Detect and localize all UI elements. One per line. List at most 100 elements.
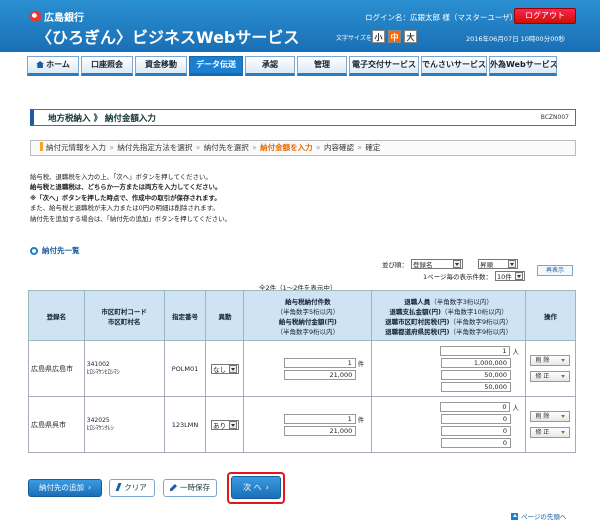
col-retirement-tax: 退職人員（半角数字3桁以内） 退職支払金額(円)（半角数字10桁以内） 退職市区…: [371, 290, 526, 341]
perpage-controls: 1ページ毎の表示件数： 10件: [423, 271, 526, 281]
retire-pref-tax-input[interactable]: 50,000: [440, 381, 511, 392]
delete-button[interactable]: 削 除: [530, 355, 571, 366]
step-1: 納付元情報を入力: [46, 143, 106, 152]
step-3: 納付先を選択: [203, 143, 249, 152]
chevron-right-icon: ›: [265, 483, 269, 492]
instruction-line: 給与税と退職税は、どちらか一方または両方を入力してください。: [30, 183, 222, 192]
temp-save-button[interactable]: 一時保存: [163, 479, 217, 497]
retire-city-tax-input[interactable]: 50,000: [440, 369, 511, 380]
col-id: 指定番号: [163, 290, 207, 341]
retire-persons-input[interactable]: 0: [440, 401, 511, 412]
chevron-right-icon: ›: [88, 483, 91, 492]
row-name: 広島県呉市: [28, 396, 85, 453]
arrow-up-icon: [511, 512, 518, 520]
retire-pay-input[interactable]: 0: [440, 413, 511, 424]
row-code: 342025 ﾋﾛｼﾏｹﾝｸﾚｼ: [83, 396, 165, 453]
pencil-icon: [170, 484, 177, 491]
delete-button[interactable]: 削 除: [530, 411, 571, 422]
instruction-line: 給与税、退職税を入力の上、「次へ」ボタンを押してください。: [30, 173, 212, 181]
add-payee-button[interactable]: 納付先の追加 ›: [28, 479, 102, 497]
instruction-line: また、給与税と退職税が未入力または0円の明細は削除されます。: [30, 204, 219, 213]
header: 広島銀行 〈ひろぎん〉ビジネスWebサービス ログイン名：広銀太郎 様（マスター…: [0, 0, 600, 52]
nav-densai[interactable]: でんさいサービス: [421, 56, 487, 76]
clear-button[interactable]: クリア: [109, 479, 155, 497]
step-arrow: »: [195, 143, 201, 152]
col-code: 市区町村コード 市区町村名: [83, 290, 165, 341]
step-4-current: 納付金額を入力: [260, 143, 313, 152]
edit-button[interactable]: 修 正: [530, 371, 571, 382]
chevron-down-icon: [508, 260, 516, 268]
step-arrow: »: [109, 143, 114, 152]
step-5: 内容確認: [324, 143, 354, 152]
nav-home[interactable]: ホーム: [27, 56, 79, 76]
sort-key-select[interactable]: 登録名: [411, 259, 463, 269]
salary-tax-count-input[interactable]: 1: [283, 413, 356, 424]
section-title: 納付先一覧: [30, 245, 80, 256]
row-id: 123LMN: [163, 396, 207, 453]
current-datetime: 2016年06月07日 10時00分00秒: [466, 35, 565, 43]
login-info: ログイン名：広銀太郎 様（マスターユーザ）: [365, 13, 518, 22]
row-retirement-tax: 1人 1,000,000 50,000 50,000: [371, 340, 526, 397]
retire-pay-input[interactable]: 1,000,000: [440, 357, 511, 368]
step-2: 納付先指定方法を選択: [117, 143, 193, 152]
step-arrow: »: [252, 143, 257, 152]
font-medium-button[interactable]: 中: [388, 30, 401, 43]
broom-icon: [115, 483, 122, 491]
col-status: 異動: [205, 290, 245, 341]
row-status: なし: [205, 340, 245, 397]
chevron-down-icon: [228, 420, 237, 429]
payee-table: 登録名 市区町村コード 市区町村名 指定番号 異動 給与税納付件数 （半角数字5桁…: [28, 290, 577, 453]
status-select[interactable]: なし: [210, 363, 239, 374]
font-large-button[interactable]: 大: [404, 30, 417, 43]
row-operation: 削 除 修 正: [524, 396, 577, 453]
perpage-select[interactable]: 10件: [495, 271, 526, 281]
salary-tax-amount-input[interactable]: 21,000: [284, 425, 357, 436]
chevron-down-icon: [228, 364, 237, 373]
instructions: 給与税、退職税を入力の上、「次へ」ボタンを押してください。 給与税と退職税は、ど…: [30, 172, 231, 224]
sort-order-select[interactable]: 昇順: [478, 259, 518, 269]
step-arrow: »: [357, 143, 362, 152]
nav-data-transmission[interactable]: データ伝送: [189, 56, 243, 76]
nav-management[interactable]: 管理: [297, 56, 347, 76]
bank-logo: 広島銀行: [30, 9, 84, 24]
row-name: 広島県広島市: [28, 340, 85, 397]
row-operation: 削 除 修 正: [524, 340, 577, 397]
status-select[interactable]: あり: [210, 419, 239, 430]
nav-e-delivery[interactable]: 電子交付サービス: [349, 56, 419, 76]
table-row: 広島県広島市 341002 ﾋﾛｼﾏｹﾝﾋﾛｼﾏｼ POLM01 なし 1件 21…: [28, 340, 577, 397]
retire-persons-input[interactable]: 1: [440, 345, 511, 356]
instruction-line: 納付先を追加する場合は、「納付先の追加」ボタンを押してください。: [30, 214, 231, 223]
home-icon: [36, 61, 45, 68]
salary-tax-count-input[interactable]: 1: [283, 357, 356, 368]
section-bullet-icon: [30, 246, 38, 255]
col-operation: 操作: [524, 290, 577, 341]
font-small-button[interactable]: 小: [372, 30, 385, 43]
edit-button[interactable]: 修 正: [530, 427, 571, 438]
step-arrow: »: [316, 143, 321, 152]
step-indicator: 納付元情報を入力 » 納付先指定方法を選択 » 納付先を選択 » 納付金額を入力…: [30, 140, 576, 156]
bank-mark-icon: [30, 11, 41, 22]
col-name: 登録名: [28, 290, 85, 341]
nav-approval[interactable]: 承認: [245, 56, 295, 76]
row-id: POLM01: [163, 340, 207, 397]
nav-fund-transfer[interactable]: 資金移動: [135, 56, 187, 76]
sort-controls: 並び順： 登録名 昇順: [382, 259, 518, 269]
logout-button[interactable]: ログアウト: [514, 8, 576, 24]
chevron-down-icon: [453, 260, 461, 268]
instruction-line: ※「次へ」ボタンを押した時点で、作成中の取引が保存されます。: [30, 193, 221, 202]
page-title-panel: 地方税納入 》 納付金額入力 BCZN007: [30, 109, 576, 126]
back-to-top-link[interactable]: ページの先頭へ: [511, 511, 566, 521]
row-salary-tax: 1件 21,000: [243, 340, 373, 397]
nav-forex-web[interactable]: 外為Webサービス: [489, 56, 558, 76]
nav-account-inquiry[interactable]: 口座照会: [81, 56, 133, 76]
step-6: 確定: [365, 143, 381, 152]
relist-button[interactable]: 再表示: [537, 265, 573, 276]
retire-city-tax-input[interactable]: 0: [440, 425, 511, 436]
salary-tax-amount-input[interactable]: 21,000: [284, 369, 357, 380]
perpage-label: 1ページ毎の表示件数：: [423, 273, 493, 281]
next-button[interactable]: 次 へ ›: [231, 476, 281, 499]
step-bar-icon: [40, 142, 43, 151]
retire-pref-tax-input[interactable]: 0: [440, 437, 511, 448]
row-salary-tax: 1件 21,000: [243, 396, 373, 453]
page-title: 地方税納入 》 納付金額入力: [48, 114, 156, 124]
